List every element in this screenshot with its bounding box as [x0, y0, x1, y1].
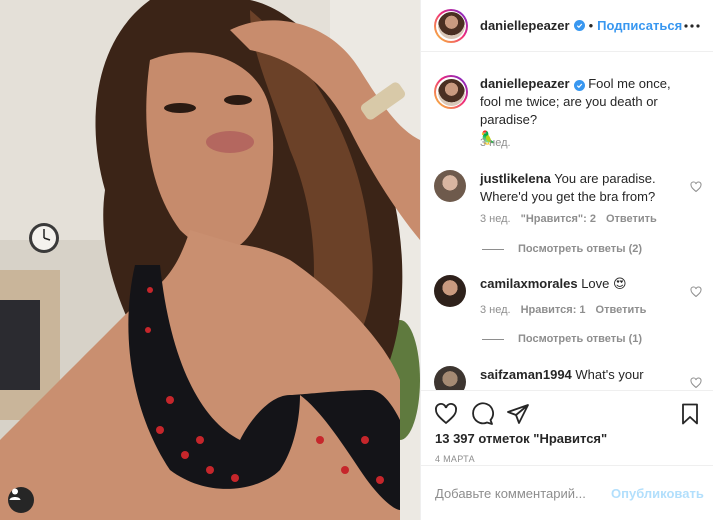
caption-avatar[interactable] [434, 75, 468, 109]
comment-bubble-icon[interactable] [470, 402, 494, 426]
comment-meta: 3 нед. "Нравится": 2 Ответить [480, 213, 657, 225]
comment-username[interactable]: camilaxmorales [480, 276, 578, 291]
comments-list[interactable]: daniellepeazer Fool me once, fool me twi… [421, 53, 713, 390]
view-replies-button[interactable]: Посмотреть ответы (2) [482, 243, 642, 255]
person-icon [9, 488, 21, 500]
likes-count[interactable]: 13 397 отметок "Нравится" [435, 431, 607, 446]
comment-time[interactable]: 3 нед. [480, 304, 511, 316]
share-paper-plane-icon[interactable] [506, 402, 530, 426]
header-separator: • [588, 18, 594, 33]
author-avatar[interactable] [434, 8, 468, 43]
more-options-icon[interactable] [682, 16, 702, 36]
replies-divider [482, 338, 504, 340]
view-replies-button[interactable]: Посмотреть ответы (1) [482, 333, 642, 345]
like-comment-heart-icon[interactable] [690, 285, 702, 298]
comment-avatar[interactable] [434, 170, 466, 202]
comment-body: camilaxmorales Love 😍 [480, 275, 690, 293]
post-header: daniellepeazer • Подписаться [421, 0, 713, 52]
post-date[interactable]: 4 МАРТА [435, 454, 475, 464]
post-photo[interactable] [0, 0, 420, 520]
comment-avatar[interactable] [434, 366, 466, 390]
comment-likes[interactable]: "Нравится": 2 [521, 213, 596, 225]
caption: daniellepeazer Fool me once, fool me twi… [434, 75, 702, 175]
like-comment-heart-icon[interactable] [690, 376, 702, 389]
comment-username[interactable]: saifzaman1994 [480, 367, 572, 382]
like-heart-icon[interactable] [434, 402, 458, 426]
verified-badge-icon [573, 20, 585, 31]
reply-button[interactable]: Ответить [606, 213, 657, 225]
view-replies-label: Посмотреть ответы (2) [518, 243, 643, 255]
follow-button[interactable]: Подписаться [597, 18, 682, 33]
caption-time[interactable]: 3 нед. [480, 137, 511, 149]
comment-input[interactable] [435, 485, 611, 501]
caption-username[interactable]: daniellepeazer [480, 76, 570, 91]
comment-text: Love 😍 [581, 276, 627, 291]
replies-divider [482, 248, 504, 250]
post-side-panel: daniellepeazer • Подписаться daniellepea… [420, 0, 713, 520]
publish-button[interactable]: Опубликовать [611, 486, 704, 501]
comment-likes[interactable]: Нравится: 1 [521, 304, 586, 316]
add-comment-form: Опубликовать [421, 465, 713, 520]
verified-badge-icon [573, 80, 585, 91]
comment-body: justlikelena You are paradise. Where'd y… [480, 170, 690, 206]
save-bookmark-icon[interactable] [678, 402, 702, 426]
comment-text: What's your [575, 367, 644, 382]
view-replies-label: Посмотреть ответы (1) [518, 333, 643, 345]
instagram-post-modal: daniellepeazer • Подписаться daniellepea… [0, 0, 713, 520]
user-tag-button[interactable] [8, 487, 34, 513]
like-comment-heart-icon[interactable] [690, 180, 702, 193]
author-username[interactable]: daniellepeazer [480, 18, 570, 33]
comment-meta: 3 нед. Нравится: 1 Ответить [480, 304, 646, 316]
photo-illustration [0, 0, 420, 520]
action-icons [434, 402, 530, 426]
reply-button[interactable]: Ответить [596, 304, 647, 316]
comment: saifzaman1994 What's your [434, 366, 702, 390]
comment-time[interactable]: 3 нед. [480, 213, 511, 225]
comment-username[interactable]: justlikelena [480, 171, 551, 186]
caption-body: daniellepeazer Fool me once, fool me twi… [480, 75, 690, 147]
caption-meta: 3 нед. [480, 137, 511, 149]
comment-body: saifzaman1994 What's your [480, 366, 690, 384]
comment-avatar[interactable] [434, 275, 466, 307]
